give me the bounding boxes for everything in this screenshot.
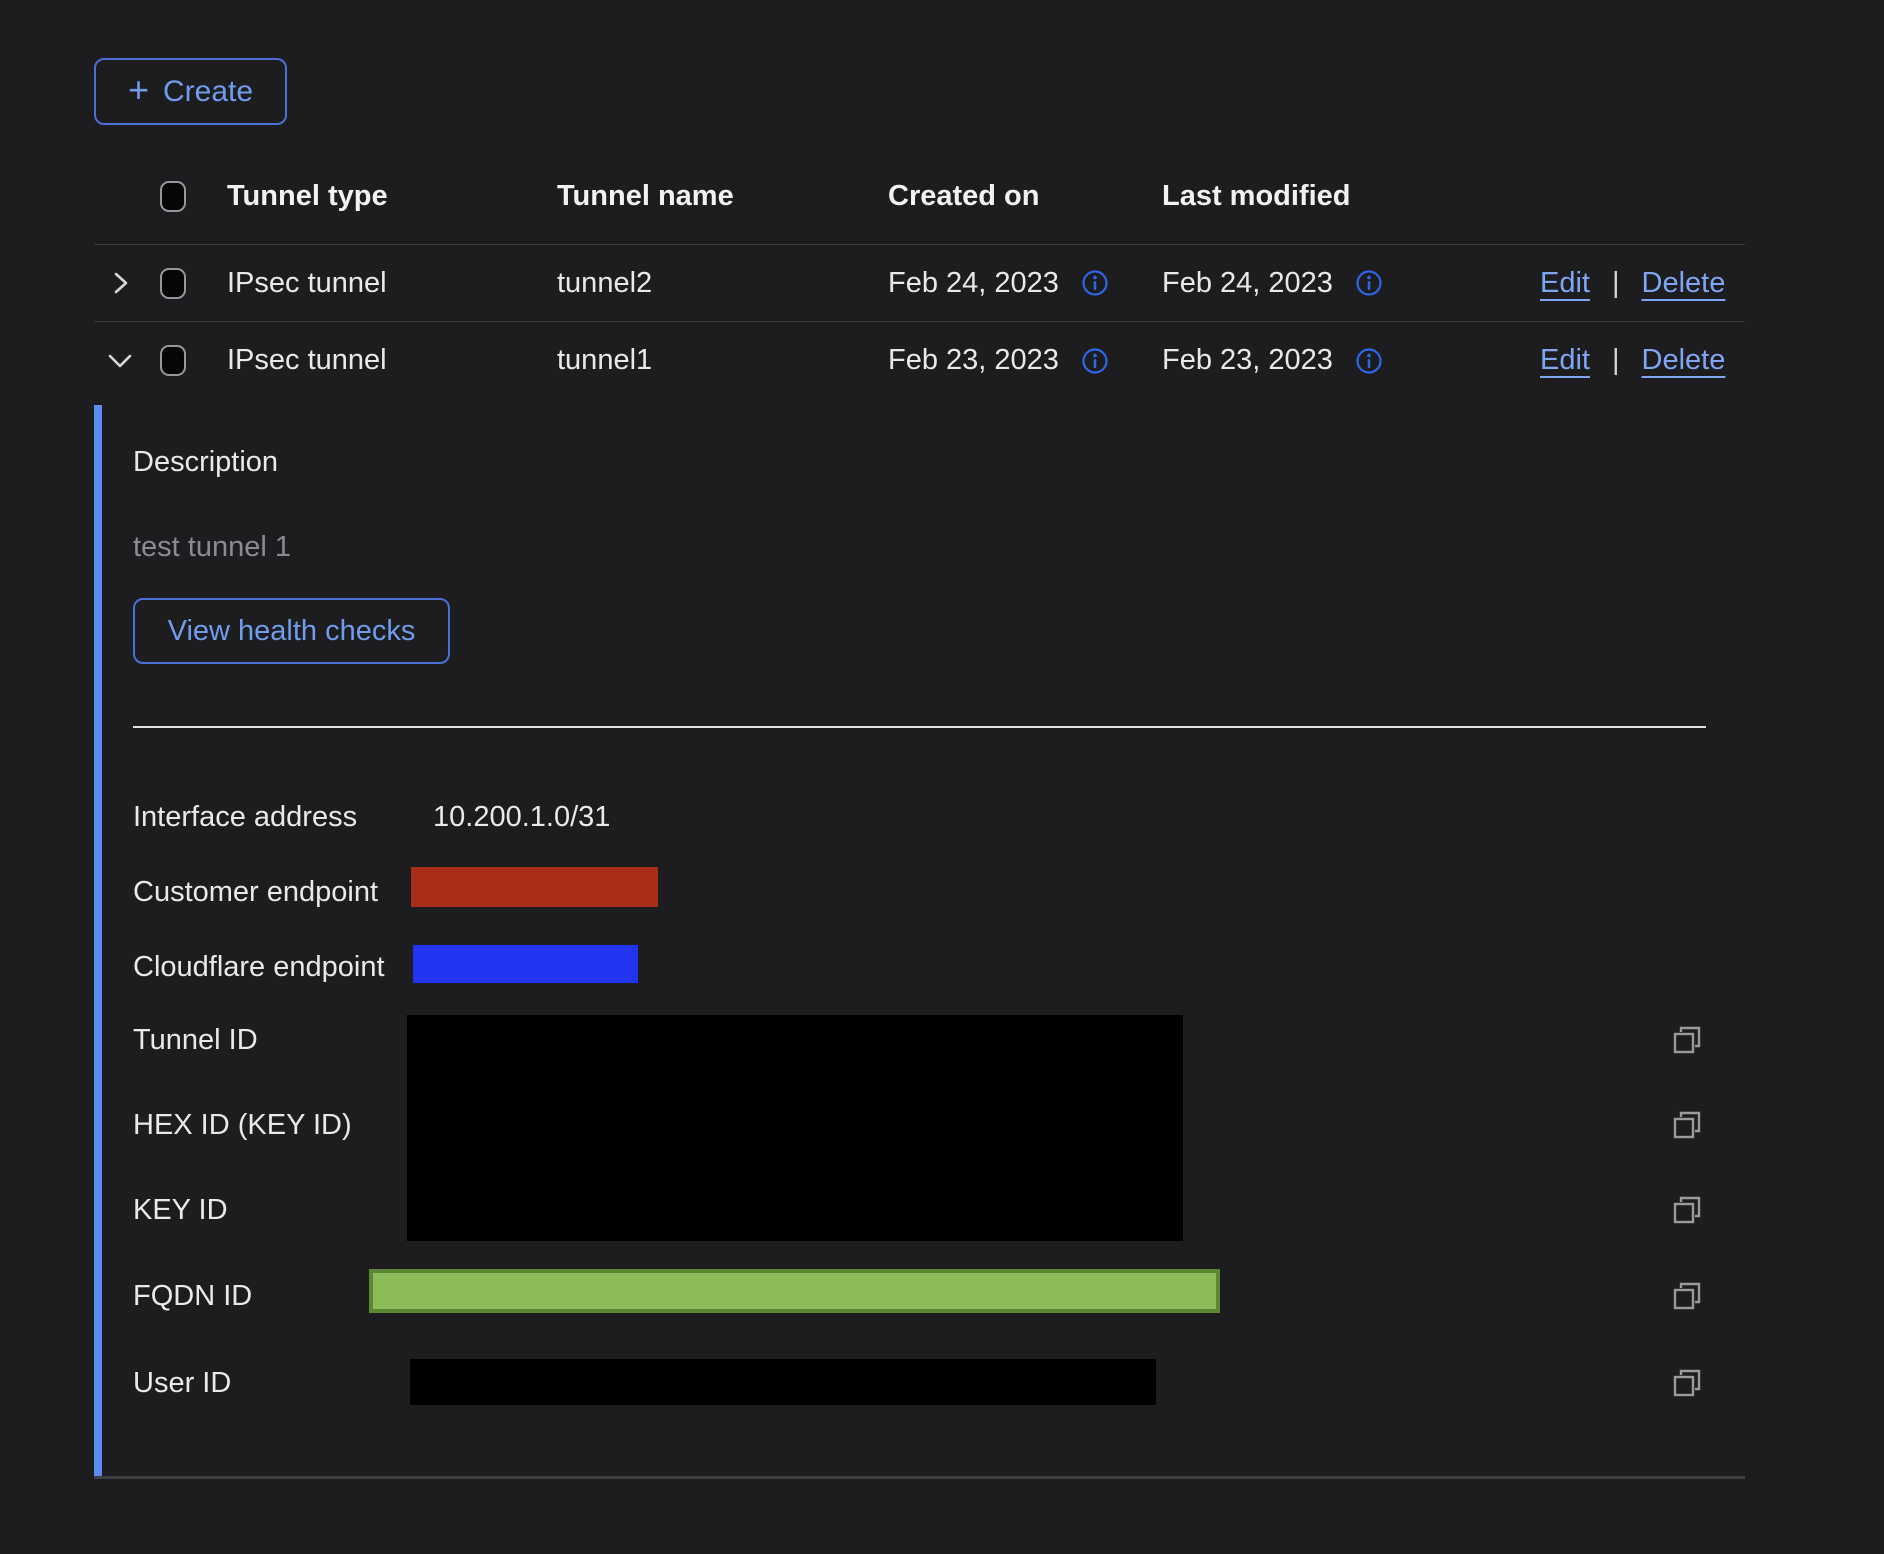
row-checkbox[interactable] (160, 268, 186, 299)
edit-link[interactable]: Edit (1540, 267, 1590, 300)
key-id-label: KEY ID (133, 1194, 228, 1227)
copy-icon (1670, 1279, 1704, 1313)
last-modified-cell: Feb 24, 2023 (1162, 267, 1333, 300)
create-button[interactable]: + Create (94, 58, 287, 125)
description-label: Description (133, 446, 278, 479)
actions-separator: | (1612, 344, 1620, 377)
customer-endpoint-label: Customer endpoint (133, 876, 378, 909)
user-id-redacted-value (410, 1359, 1156, 1405)
info-icon[interactable] (1355, 269, 1383, 297)
table-header-row: Tunnel type Tunnel name Created on Last … (94, 148, 1745, 245)
copy-icon (1670, 1108, 1704, 1142)
interface-address-label: Interface address (133, 801, 357, 834)
cloudflare-endpoint-label: Cloudflare endpoint (133, 951, 385, 984)
fqdn-id-redacted-value (369, 1269, 1220, 1313)
table-row: IPsec tunnel tunnel2 Feb 24, 2023 Feb 24… (94, 245, 1745, 322)
info-icon[interactable] (1081, 347, 1109, 375)
plus-icon: + (128, 72, 149, 108)
delete-link[interactable]: Delete (1642, 267, 1726, 300)
copy-key-id-button[interactable] (1670, 1193, 1704, 1227)
expanded-accent-bar (94, 405, 102, 1476)
tunnel-name-cell: tunnel2 (543, 267, 874, 300)
last-modified-cell: Feb 23, 2023 (1162, 344, 1333, 377)
table-row: IPsec tunnel tunnel1 Feb 23, 2023 Feb 23… (94, 322, 1745, 399)
edit-link[interactable]: Edit (1540, 344, 1590, 377)
row-checkbox[interactable] (160, 345, 186, 376)
actions-separator: | (1612, 267, 1620, 300)
select-all-checkbox[interactable] (160, 181, 186, 212)
chevron-right-icon (107, 270, 133, 296)
tunnels-table: Tunnel type Tunnel name Created on Last … (94, 148, 1745, 1479)
copy-tunnel-id-button[interactable] (1670, 1023, 1704, 1057)
created-on-cell: Feb 24, 2023 (888, 267, 1059, 300)
copy-fqdn-id-button[interactable] (1670, 1279, 1704, 1313)
collapse-row-button[interactable] (94, 348, 146, 374)
copy-icon (1670, 1366, 1704, 1400)
info-icon[interactable] (1081, 269, 1109, 297)
cloudflare-endpoint-redacted-value (413, 945, 638, 983)
copy-hex-id-button[interactable] (1670, 1108, 1704, 1142)
create-button-label: Create (163, 75, 253, 109)
chevron-down-icon (105, 348, 135, 374)
tunnel-type-cell: IPsec tunnel (213, 267, 543, 300)
fqdn-id-label: FQDN ID (133, 1280, 252, 1313)
tunnel-name-cell: tunnel1 (543, 344, 874, 377)
ids-redacted-block (407, 1015, 1183, 1241)
copy-icon (1670, 1023, 1704, 1057)
info-icon[interactable] (1355, 347, 1383, 375)
header-created-on: Created on (874, 180, 1148, 213)
copy-icon (1670, 1193, 1704, 1227)
view-health-checks-button[interactable]: View health checks (133, 598, 450, 664)
delete-link[interactable]: Delete (1642, 344, 1726, 377)
tunnel-id-label: Tunnel ID (133, 1024, 258, 1057)
description-value: test tunnel 1 (133, 531, 291, 564)
header-tunnel-name: Tunnel name (543, 180, 874, 213)
details-divider (133, 726, 1706, 728)
user-id-label: User ID (133, 1367, 231, 1400)
tunnel-details-panel: Description test tunnel 1 View health ch… (94, 399, 1745, 1479)
header-tunnel-type: Tunnel type (213, 180, 543, 213)
expand-row-button[interactable] (94, 270, 146, 296)
interface-address-value: 10.200.1.0/31 (433, 801, 610, 834)
copy-user-id-button[interactable] (1670, 1366, 1704, 1400)
created-on-cell: Feb 23, 2023 (888, 344, 1059, 377)
header-last-modified: Last modified (1148, 180, 1526, 213)
tunnel-type-cell: IPsec tunnel (213, 344, 543, 377)
tunnels-page: + Create Tunnel type Tunnel name Created… (0, 0, 1884, 1554)
hex-id-label: HEX ID (KEY ID) (133, 1109, 352, 1142)
customer-endpoint-redacted-value (411, 867, 658, 907)
